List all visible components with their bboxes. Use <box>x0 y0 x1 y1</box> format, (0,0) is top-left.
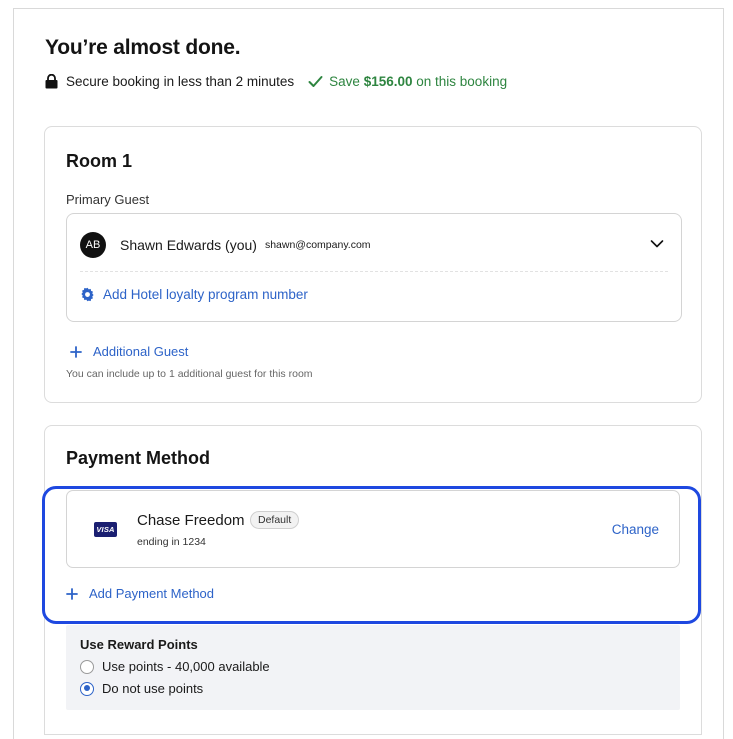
room-card: Room 1 Primary Guest AB Shawn Edwards (y… <box>44 126 702 403</box>
room-title: Room 1 <box>66 151 133 171</box>
guest-name: Shawn Edwards (you) <box>120 237 257 253</box>
primary-guest-select[interactable]: AB Shawn Edwards (you) shawn@company.com <box>80 231 668 259</box>
card-name: Chase Freedom <box>137 512 245 529</box>
change-card-link[interactable]: Change <box>612 522 659 537</box>
reward-points-title: Use Reward Points <box>80 637 198 652</box>
reward-points-panel: Use Reward Points Use points - 40,000 av… <box>66 625 680 710</box>
chevron-down-icon[interactable] <box>650 239 664 249</box>
primary-guest-box: AB Shawn Edwards (you) shawn@company.com… <box>66 213 682 322</box>
no-points-label: Do not use points <box>102 681 204 696</box>
card-ending: ending in 1234 <box>137 536 206 548</box>
page-title: You’re almost done. <box>45 36 241 59</box>
payment-title: Payment Method <box>66 448 211 468</box>
additional-guest-button[interactable]: Additional Guest <box>70 344 188 359</box>
savings-amount: $156.00 <box>363 73 413 89</box>
secure-booking-text: Secure booking in less than 2 minutes <box>66 73 295 89</box>
saved-card-row: VISA Chase Freedom Default ending in 123… <box>66 490 680 568</box>
default-badge: Default <box>250 511 300 529</box>
gear-icon <box>81 287 94 302</box>
add-payment-method-button[interactable]: Add Payment Method <box>66 586 214 601</box>
visa-icon: VISA <box>94 522 117 537</box>
no-points-option[interactable]: Do not use points <box>80 681 203 696</box>
lock-icon <box>45 73 58 88</box>
checkmark-icon <box>308 75 323 87</box>
additional-guest-label: Additional Guest <box>93 344 189 359</box>
avatar: AB <box>80 232 106 258</box>
use-points-radio[interactable] <box>80 659 94 674</box>
primary-guest-label: Primary Guest <box>66 192 150 207</box>
booking-subline: Secure booking in less than 2 minutes Sa… <box>45 71 507 91</box>
guest-divider <box>80 271 668 272</box>
savings-prefix: Save <box>329 73 360 89</box>
additional-guest-hint: You can include up to 1 additional guest… <box>66 368 313 380</box>
add-payment-method-label: Add Payment Method <box>89 586 215 601</box>
use-points-option[interactable]: Use points - 40,000 available <box>80 659 270 674</box>
no-points-radio[interactable] <box>80 681 94 696</box>
plus-icon <box>70 345 82 358</box>
guest-email: shawn@company.com <box>264 239 371 251</box>
savings-suffix: on this booking <box>416 73 508 89</box>
add-loyalty-number-label: Add Hotel loyalty program number <box>103 287 308 302</box>
use-points-label: Use points - 40,000 available <box>102 659 270 674</box>
add-loyalty-number-link[interactable]: Add Hotel loyalty program number <box>80 287 308 302</box>
plus-icon <box>66 587 78 600</box>
